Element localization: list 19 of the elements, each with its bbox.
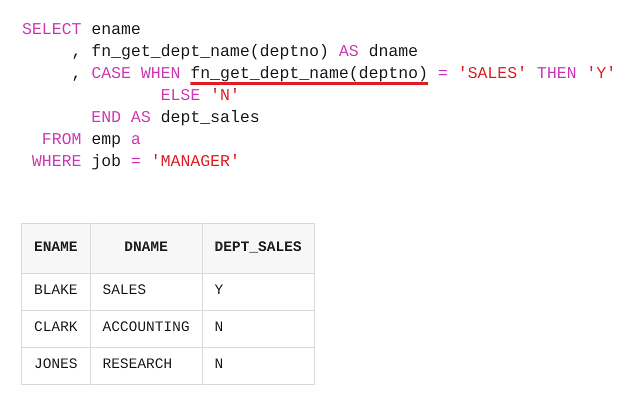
table-cell: Y bbox=[202, 274, 314, 310]
column-header: DEPT_SALES bbox=[202, 224, 314, 274]
code-line: ELSE 'N' bbox=[160, 85, 240, 107]
code-line: WHERE job = 'MANAGER' bbox=[30, 151, 240, 173]
table-cell: BLAKE bbox=[22, 274, 90, 310]
table-cell: JONES bbox=[22, 348, 90, 384]
table-cell: N bbox=[202, 348, 314, 384]
table-cell: ACCOUNTING bbox=[90, 310, 202, 348]
code-line: , fn_get_dept_name(deptno) AS dname bbox=[70, 41, 418, 63]
code-line: FROM emp a bbox=[40, 129, 141, 151]
column-header: DNAME bbox=[90, 224, 202, 274]
code-line: , CASE WHEN fn_get_dept_name(deptno) = 'SALES' THEN 'Y' bbox=[70, 63, 616, 85]
column-header: ENAME bbox=[22, 224, 90, 274]
table-cell: SALES bbox=[90, 274, 202, 310]
table-cell: CLARK bbox=[22, 310, 90, 348]
code-line: SELECT ename bbox=[22, 19, 141, 41]
table-cell: RESEARCH bbox=[90, 348, 202, 384]
table-cell: N bbox=[202, 310, 314, 348]
code-line: END AS dept_sales bbox=[90, 107, 260, 129]
